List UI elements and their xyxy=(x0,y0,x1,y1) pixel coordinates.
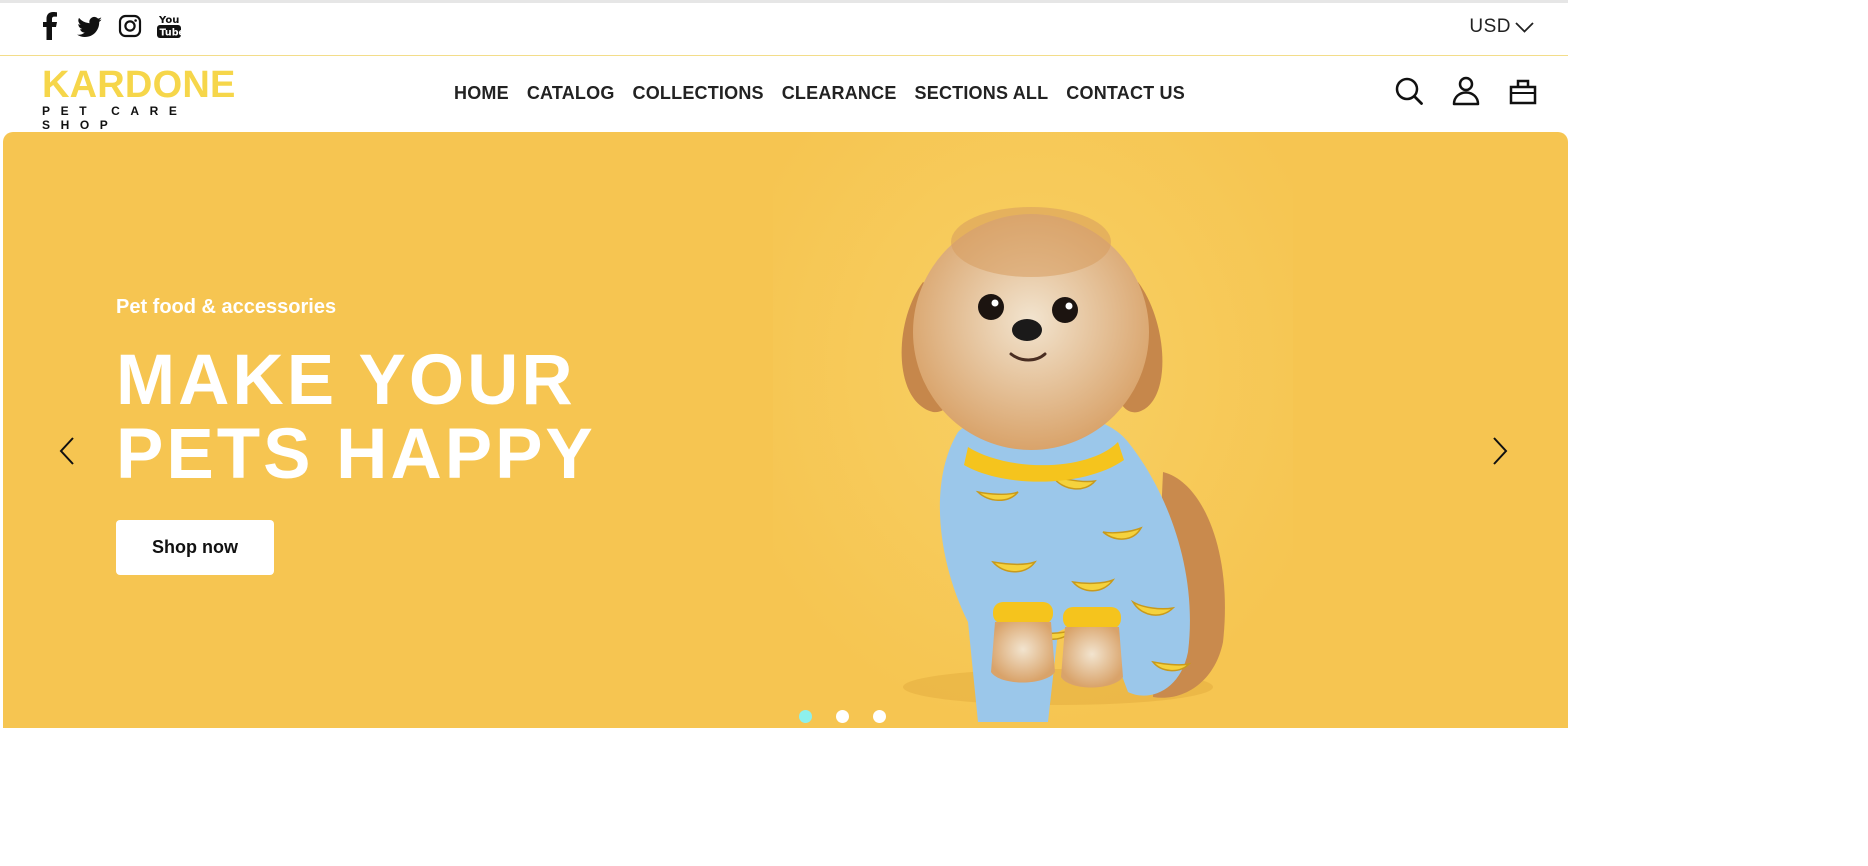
dog-photo xyxy=(773,132,1293,728)
slider-dots xyxy=(799,710,886,723)
hero-headline: MAKE YOUR PETS HAPPY xyxy=(116,344,596,492)
cart-icon[interactable] xyxy=(1508,75,1538,107)
top-bar: You Tube USD xyxy=(0,3,1568,56)
nav-clearance[interactable]: CLEARANCE xyxy=(782,82,897,104)
hero-kicker: Pet food & accessories xyxy=(116,296,337,318)
currency-label: USD xyxy=(1469,16,1511,37)
slider-dot-2[interactable] xyxy=(836,710,849,723)
currency-selector[interactable]: USD xyxy=(1469,16,1534,38)
youtube-icon[interactable]: You Tube xyxy=(157,12,185,40)
logo-tagline: PET CARE SHOP xyxy=(42,104,188,132)
main-nav: HOME CATALOG COLLECTIONS CLEARANCE SECTI… xyxy=(454,82,1185,104)
shop-now-button[interactable]: Shop now xyxy=(116,520,274,575)
social-links: You Tube xyxy=(38,12,185,40)
logo-wordmark: KARDONE xyxy=(42,64,236,106)
nav-home[interactable]: HOME xyxy=(454,82,509,104)
facebook-icon[interactable] xyxy=(38,12,62,40)
hero-banner: Pet food & accessories MAKE YOUR PETS HA… xyxy=(3,132,1568,728)
svg-text:You: You xyxy=(158,15,179,26)
hero-headline-line-2: PETS HAPPY xyxy=(116,415,596,494)
site-header: KARDONE PET CARE SHOP HOME CATALOG COLLE… xyxy=(0,56,1568,132)
header-actions xyxy=(1394,75,1538,107)
twitter-icon[interactable] xyxy=(77,12,103,40)
nav-contact-us[interactable]: CONTACT US xyxy=(1066,82,1185,104)
hero-headline-line-1: MAKE YOUR xyxy=(116,341,576,420)
nav-catalog[interactable]: CATALOG xyxy=(527,82,615,104)
slider-dot-3[interactable] xyxy=(873,710,886,723)
chevron-left-icon[interactable] xyxy=(58,436,76,466)
account-icon[interactable] xyxy=(1451,75,1481,107)
search-icon[interactable] xyxy=(1394,75,1424,107)
nav-collections[interactable]: COLLECTIONS xyxy=(633,82,764,104)
svg-text:Tube: Tube xyxy=(160,28,182,39)
chevron-down-icon xyxy=(1515,22,1534,33)
slider-dot-1[interactable] xyxy=(799,710,812,723)
nav-sections-all[interactable]: SECTIONS ALL xyxy=(915,82,1049,104)
instagram-icon[interactable] xyxy=(118,12,142,40)
chevron-right-icon[interactable] xyxy=(1491,436,1509,466)
logo[interactable]: KARDONE PET CARE SHOP xyxy=(42,64,252,132)
